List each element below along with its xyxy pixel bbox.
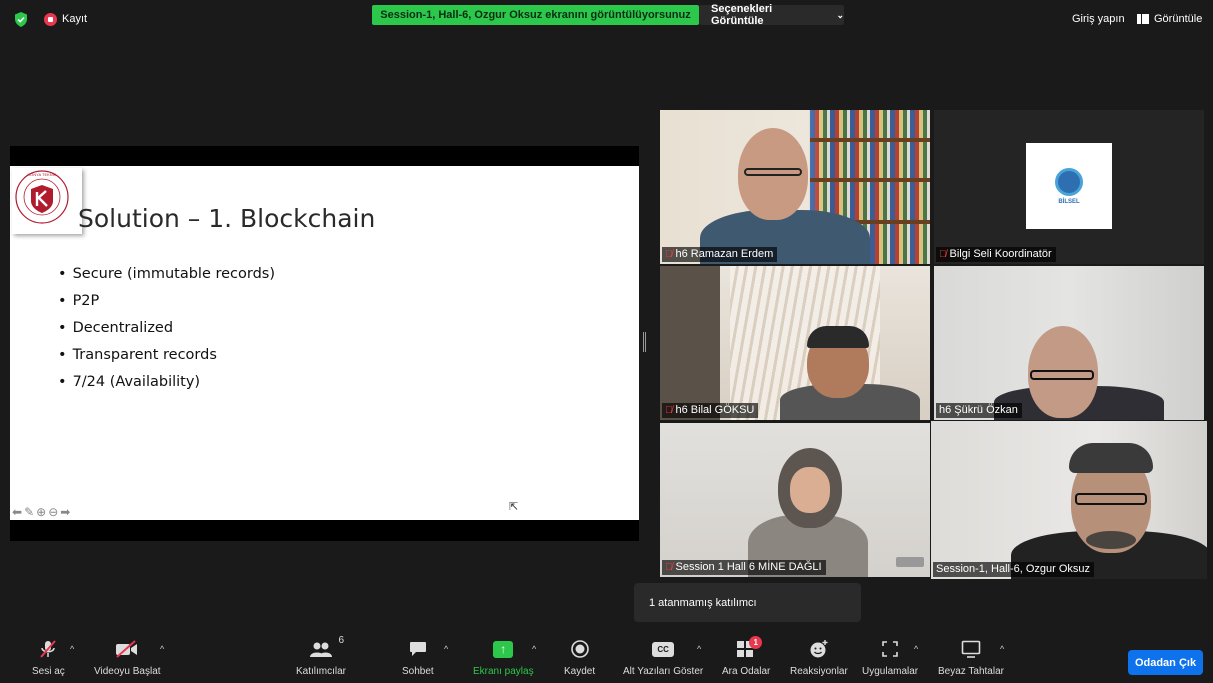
share-screen-icon: ↑ (493, 638, 514, 660)
participants-icon: 6 (310, 635, 344, 660)
bullet-item: Decentralized (58, 315, 275, 342)
video-tile[interactable]: 🎙̸ h6 Bilal GÖKSU (660, 266, 930, 420)
breakout-badge: 1 (749, 636, 763, 649)
zoom-meeting-window: Kayıt Session-1, Hall-6, Ozgur Oksuz ekr… (0, 0, 1213, 683)
unmute-button[interactable]: Sesi aç (32, 638, 65, 677)
chat-button[interactable]: Sohbet (402, 638, 434, 677)
sign-in-link[interactable]: Giriş yapın (1072, 13, 1125, 25)
bullet-item: Secure (immutable records) (58, 261, 275, 288)
camera-off-icon (115, 638, 139, 660)
recording-icon[interactable] (44, 13, 57, 26)
shared-screen[interactable]: KONYA TEKNİK Solution – 1. Blockchain Se… (10, 146, 639, 541)
recording-label: Kayıt (62, 13, 88, 25)
mic-muted-icon: 🎙̸ (665, 405, 673, 416)
chat-options-caret-icon[interactable]: ^ (444, 644, 448, 654)
video-tile[interactable]: 🎙̸ h6 Ramazan Erdem (660, 110, 930, 264)
presentation-slide: KONYA TEKNİK Solution – 1. Blockchain Se… (10, 166, 639, 520)
captions-options-caret-icon[interactable]: ^ (697, 644, 701, 654)
participant-name-tag: 🎙̸ Bilgi Seli Koordinatör (936, 247, 1056, 262)
closed-captions-icon: CC (652, 638, 675, 660)
mic-muted-icon: 🎙̸ (665, 249, 673, 260)
bullet-item: 7/24 (Availability) (58, 369, 275, 396)
slide-bullet-list: Secure (immutable records) P2P Decentral… (58, 261, 275, 396)
view-options-button[interactable]: Seçenekleri Görüntüle ⌄ (699, 3, 844, 27)
security-shield-icon[interactable] (14, 12, 28, 27)
share-options-caret-icon[interactable]: ^ (532, 644, 536, 654)
participants-count: 6 (338, 635, 344, 646)
bullet-item: Transparent records (58, 342, 275, 369)
apps-options-caret-icon[interactable]: ^ (914, 644, 918, 654)
pen-icon[interactable]: ✎ (24, 505, 34, 519)
leave-room-button[interactable]: Odadan Çık (1128, 650, 1203, 675)
whiteboards-button[interactable]: Beyaz Tahtalar (938, 638, 1004, 677)
record-icon (570, 638, 589, 660)
previous-arrow-icon[interactable]: ⬅ (12, 505, 22, 519)
participants-button[interactable]: 6 Katılımcılar (296, 635, 346, 677)
mic-muted-icon (38, 638, 58, 660)
share-screen-button[interactable]: ↑ Ekranı paylaş (473, 638, 534, 677)
participant-name-tag: 🎙̸ h6 Bilal GÖKSU (662, 403, 759, 418)
start-video-button[interactable]: Videoyu Başlat (94, 638, 161, 677)
mic-muted-icon: 🎙̸ (939, 249, 947, 260)
mouse-pointer-icon: ⇱ (509, 501, 519, 513)
video-tile[interactable]: h6 Şükrü Özkan (934, 266, 1204, 420)
video-tile[interactable]: BİLSEL 🎙̸ Bilgi Seli Koordinatör (934, 110, 1204, 264)
mic-muted-icon: 🎙̸ (665, 562, 673, 573)
video-options-caret-icon[interactable]: ^ (160, 644, 164, 654)
reactions-button[interactable]: Reaksiyonlar (790, 638, 848, 677)
record-button[interactable]: Kaydet (564, 638, 595, 677)
whiteboard-options-caret-icon[interactable]: ^ (1000, 644, 1004, 654)
participant-name-tag: h6 Şükrü Özkan (936, 403, 1022, 418)
participant-name-tag: 🎙̸ h6 Ramazan Erdem (662, 247, 778, 262)
view-layout-label: Görüntüle (1154, 13, 1203, 25)
participant-name-tag: Session-1, Hall-6, Ozgur Oksuz (933, 562, 1095, 577)
view-layout-button[interactable]: Görüntüle (1137, 13, 1202, 25)
zoom-in-icon[interactable]: ⊕ (36, 505, 46, 519)
layout-grid-icon (1137, 14, 1149, 24)
breakout-rooms-button[interactable]: 1 Ara Odalar (722, 636, 770, 677)
next-arrow-icon[interactable]: ➡ (60, 505, 70, 519)
svg-text:KONYA TEKNİK: KONYA TEKNİK (28, 172, 57, 177)
breakout-rooms-icon: 1 (736, 636, 763, 660)
chevron-down-icon: ⌄ (836, 9, 844, 20)
university-logo: KONYA TEKNİK (12, 168, 82, 234)
bilsel-logo: BİLSEL (1026, 143, 1112, 229)
top-bar: Kayıt Session-1, Hall-6, Ozgur Oksuz ekr… (0, 0, 1213, 40)
video-tile-active-speaker[interactable]: Session-1, Hall-6, Ozgur Oksuz (931, 421, 1207, 579)
pane-splitter-handle[interactable] (643, 332, 646, 352)
audio-options-caret-icon[interactable]: ^ (70, 644, 74, 654)
smiley-plus-icon (809, 638, 829, 660)
apps-button[interactable]: Uygulamalar (862, 638, 918, 677)
slide-title: Solution – 1. Blockchain (78, 204, 376, 233)
video-tile[interactable]: 🎙̸ Session 1 Hall 6 MİNE DAĞLI (660, 423, 930, 577)
chat-bubble-icon (409, 638, 427, 660)
bilsel-emblem-icon (1055, 167, 1083, 196)
participant-name-tag: 🎙̸ Session 1 Hall 6 MİNE DAĞLI (662, 560, 826, 575)
zoom-out-icon[interactable]: ⊖ (48, 505, 58, 519)
viewing-share-banner: Session-1, Hall-6, Ozgur Oksuz ekranını … (372, 5, 699, 25)
apps-icon (881, 638, 899, 660)
slide-nav-controls: ⬅ ✎ ⊕ ⊖ ➡ (12, 505, 70, 519)
unassigned-participants-tooltip: 1 atanmamış katılımcı (634, 583, 861, 622)
whiteboard-icon (961, 638, 981, 660)
view-options-label: Seçenekleri Görüntüle (711, 3, 773, 27)
show-captions-button[interactable]: CC Alt Yazıları Göster (623, 638, 703, 677)
bullet-item: P2P (58, 288, 275, 315)
meeting-toolbar: Sesi aç ^ Videoyu Başlat ^ 6 Katılımcıla… (0, 630, 1213, 683)
